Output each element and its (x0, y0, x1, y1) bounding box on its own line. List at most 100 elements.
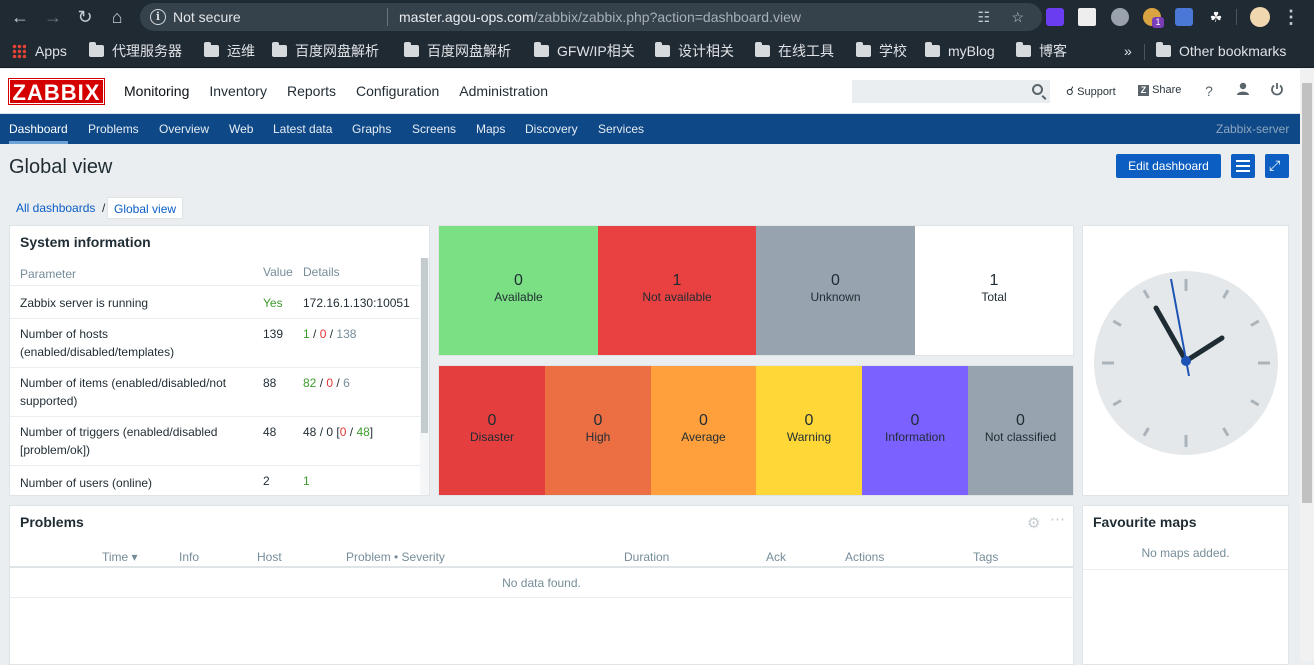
details-cell: 1 / 0 / 138 (303, 327, 357, 341)
bookmark-label: 设计相关 (678, 43, 734, 59)
zabbix-logo[interactable]: ZABBIX (8, 78, 105, 105)
extension-icon-6[interactable]: ☘ (1207, 8, 1225, 26)
bookmark-item[interactable]: GFW/IP相关 (534, 41, 635, 61)
tile-count: 0 (1016, 412, 1025, 429)
user-profile-icon[interactable] (1234, 82, 1252, 100)
share-link[interactable]: Z Share (1138, 84, 1181, 96)
bookmark-label: GFW/IP相关 (557, 43, 635, 59)
severity-tile-disaster[interactable]: 0 Disaster (439, 366, 545, 495)
severity-tile-information[interactable]: 0 Information (862, 366, 968, 495)
menu-configuration[interactable]: Configuration (356, 83, 439, 99)
submenu-services[interactable]: Services (598, 122, 644, 136)
not-secure-label[interactable]: Not secure (173, 9, 241, 25)
forward-arrow-icon[interactable]: → (44, 8, 62, 26)
sign-out-icon[interactable] (1268, 82, 1286, 100)
extension-icon-2[interactable] (1078, 8, 1096, 26)
bookmark-apps[interactable]: Apps (12, 41, 67, 61)
folder-icon (89, 42, 104, 57)
scrollbar-thumb[interactable] (1302, 83, 1312, 503)
tile-label: Disaster (469, 430, 514, 444)
extension-icon-3[interactable] (1111, 8, 1129, 26)
menu-reports[interactable]: Reports (287, 83, 336, 99)
menu-inventory[interactable]: Inventory (209, 83, 267, 99)
bookmark-item[interactable]: 学校 (856, 41, 907, 61)
details-cell: 48 / 0 [0 / 48] (303, 425, 374, 439)
bookmark-item[interactable]: 百度网盘解析 (272, 41, 379, 61)
tile-count: 1 (989, 272, 999, 289)
star-icon[interactable]: ☆ (1011, 9, 1024, 26)
widget-scrollbar[interactable] (420, 258, 429, 495)
url-text[interactable]: master.agou-ops.com/zabbix/zabbix.php?ac… (399, 9, 801, 25)
page-scrollbar[interactable] (1300, 69, 1314, 661)
severity-tile-average[interactable]: 0 Average (651, 366, 756, 495)
reload-icon[interactable]: ↻ (76, 8, 94, 26)
folder-icon (755, 42, 770, 57)
extension-badge: 1 (1152, 17, 1164, 28)
bookmarks-overflow[interactable]: » (1124, 41, 1132, 61)
submenu-web[interactable]: Web (229, 122, 253, 136)
bookmark-item[interactable]: myBlog (925, 41, 995, 61)
help-icon[interactable]: ? (1200, 82, 1218, 100)
submenu-discovery[interactable]: Discovery (525, 122, 578, 136)
submenu-screens[interactable]: Screens (412, 122, 456, 136)
bookmark-label: 百度网盘解析 (295, 43, 379, 59)
address-bar[interactable]: i Not secure master.agou-ops.com/zabbix/… (140, 3, 1042, 31)
more-options-icon[interactable]: ⋯ (1050, 510, 1066, 528)
submenu-overview[interactable]: Overview (159, 122, 209, 136)
breadcrumb-all-dashboards[interactable]: All dashboards (16, 201, 95, 215)
value-cell: 88 (263, 376, 277, 390)
back-arrow-icon[interactable]: ← (11, 8, 29, 26)
menu-kebab-icon[interactable]: ⋮ (1282, 8, 1300, 26)
url-host: master.agou-ops.com (399, 9, 534, 25)
column-host: Host (257, 550, 282, 564)
column-time[interactable]: Time ▾ (102, 550, 138, 564)
translate-icon[interactable]: ☷ (977, 9, 990, 26)
availability-tile-not-available[interactable]: 1 Not available (598, 226, 756, 355)
fullscreen-button[interactable]: ⤢ (1265, 154, 1289, 178)
menu-monitoring[interactable]: Monitoring (124, 83, 189, 99)
severity-tile-warning[interactable]: 0 Warning (756, 366, 862, 495)
submenu-latest-data[interactable]: Latest data (273, 122, 332, 136)
home-icon[interactable]: ⌂ (108, 8, 126, 26)
problems-by-severity-widget: 0 Disaster 0 High 0 Average 0 Warning 0 Infor… (438, 365, 1074, 496)
severity-tile-high[interactable]: 0 High (545, 366, 651, 495)
gear-icon[interactable]: ⚙ (1027, 514, 1040, 532)
availability-tile-total[interactable]: 1 Total (915, 226, 1073, 355)
widget-title: Problems (20, 514, 84, 530)
avatar[interactable] (1250, 7, 1270, 27)
scrollbar-thumb[interactable] (421, 258, 428, 433)
availability-tile-unknown[interactable]: 0 Unknown (756, 226, 915, 355)
search-icon[interactable] (1032, 84, 1043, 95)
support-link[interactable]: ☌ Support (1066, 84, 1116, 98)
submenu-problems[interactable]: Problems (88, 122, 139, 136)
param-cell: Number of items (enabled/disabled/not su… (20, 376, 227, 408)
table-row: Number of triggers (enabled/disabled [pr… (10, 417, 421, 466)
submenu-graphs[interactable]: Graphs (352, 122, 391, 136)
hamburger-icon (1236, 160, 1250, 162)
other-bookmarks[interactable]: Other bookmarks (1156, 41, 1286, 61)
submenu-dashboard[interactable]: Dashboard (9, 122, 68, 136)
value-cell: Yes (263, 296, 283, 310)
bookmark-item[interactable]: 博客 (1016, 41, 1067, 61)
headset-icon: ☌ (1066, 84, 1075, 98)
menu-administration[interactable]: Administration (459, 83, 548, 99)
bookmark-item[interactable]: 在线工具 (755, 41, 834, 61)
param-cell: Number of triggers (enabled/disabled [pr… (20, 425, 218, 457)
bookmark-item[interactable]: 设计相关 (655, 41, 734, 61)
extension-icon-5[interactable] (1175, 8, 1193, 26)
search-input[interactable] (852, 80, 1050, 103)
no-maps-message: No maps added. (1083, 540, 1288, 570)
edit-dashboard-button[interactable]: Edit dashboard (1116, 154, 1221, 178)
breadcrumb-global-view[interactable]: Global view (107, 197, 184, 219)
actions-menu-button[interactable] (1231, 154, 1255, 178)
extension-icon-1[interactable] (1046, 8, 1064, 26)
bookmark-item[interactable]: 百度网盘解析 (404, 41, 511, 61)
severity-tile-not-classified[interactable]: 0 Not classified (968, 366, 1073, 495)
no-data-message: No data found. (10, 568, 1073, 598)
bookmark-label: 学校 (879, 43, 907, 59)
info-icon[interactable]: i (150, 9, 166, 25)
bookmark-item[interactable]: 运维 (204, 41, 255, 61)
bookmark-item[interactable]: 代理服务器 (89, 41, 182, 61)
submenu-maps[interactable]: Maps (476, 122, 505, 136)
availability-tile-available[interactable]: 0 Available (439, 226, 598, 355)
